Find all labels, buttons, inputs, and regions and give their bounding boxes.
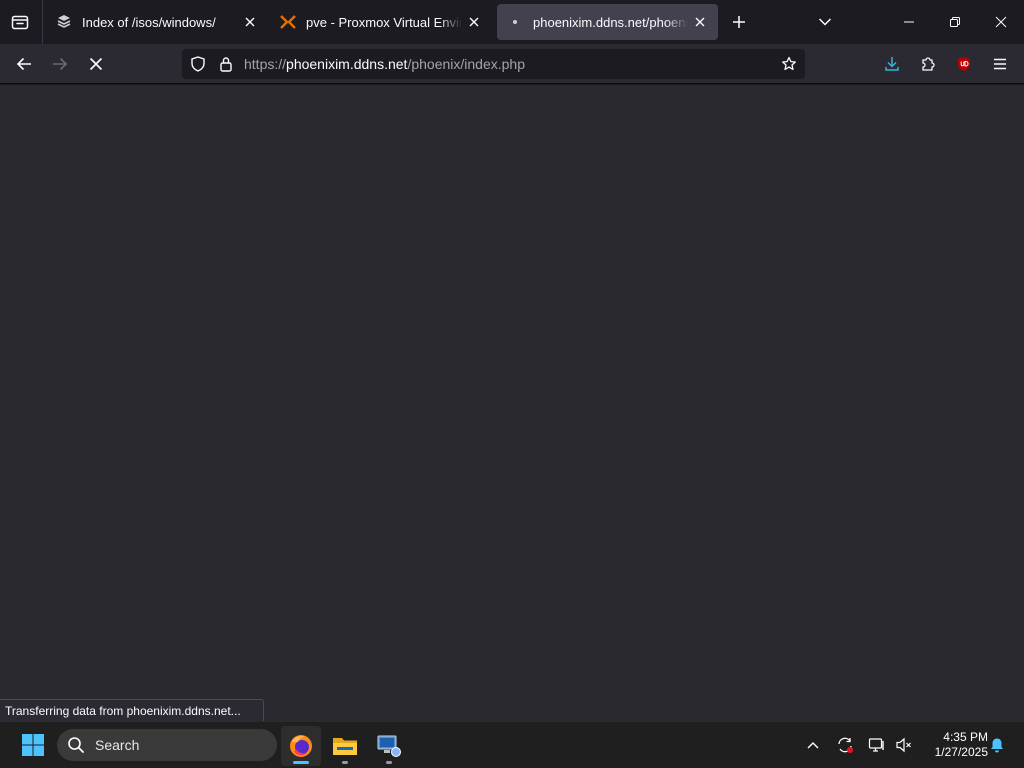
tab-groups-button[interactable] bbox=[8, 10, 32, 34]
notifications-button[interactable] bbox=[985, 733, 1009, 757]
close-icon bbox=[995, 16, 1007, 28]
tab-index-isos[interactable]: Index of /isos/windows/ bbox=[46, 4, 268, 40]
forward-button[interactable] bbox=[46, 50, 74, 78]
taskbar-app-file-explorer[interactable] bbox=[325, 726, 365, 766]
status-text: Transferring data from phoenixim.ddns.ne… bbox=[5, 704, 241, 718]
tab-title: phoenixim.ddns.net/phoenix/index.php bbox=[533, 14, 688, 30]
network-icon bbox=[868, 738, 884, 752]
windows-logo-icon bbox=[22, 734, 44, 756]
stop-loading-icon bbox=[89, 57, 103, 71]
taskbar-app-network[interactable] bbox=[369, 726, 409, 766]
file-explorer-icon bbox=[333, 738, 357, 755]
ublock-shield-icon bbox=[958, 57, 970, 71]
windows-taskbar: Search 4:35 PM 1/27/2025 bbox=[0, 721, 1024, 768]
tab-phoenix[interactable]: phoenixim.ddns.net/phoenix/index.php bbox=[497, 4, 718, 40]
forward-arrow-icon bbox=[53, 57, 68, 71]
taskbar-app-firefox[interactable] bbox=[281, 726, 321, 766]
list-all-tabs-button[interactable] bbox=[813, 10, 837, 34]
url-path: /phoenix/index.php bbox=[407, 56, 525, 72]
minimize-button[interactable] bbox=[886, 0, 932, 44]
stop-button[interactable] bbox=[82, 50, 110, 78]
browser-window: Index of /isos/windows/ pve - Proxmox Vi… bbox=[0, 0, 1024, 768]
hamburger-menu-icon bbox=[994, 58, 1006, 70]
tab-title: pve - Proxmox Virtual Environment bbox=[306, 14, 462, 30]
tab-strip-divider bbox=[42, 0, 43, 44]
navigation-toolbar: https://phoenixim.ddns.net/phoenix/index… bbox=[0, 44, 1024, 84]
sync-icon bbox=[838, 737, 853, 753]
downloads-button[interactable] bbox=[878, 50, 906, 78]
search-icon bbox=[68, 737, 84, 753]
ublock-origin-button[interactable] bbox=[950, 50, 978, 78]
status-panel: Transferring data from phoenixim.ddns.ne… bbox=[0, 699, 264, 721]
tab-strip: Index of /isos/windows/ pve - Proxmox Vi… bbox=[0, 0, 1024, 44]
server-stack-icon bbox=[56, 14, 72, 30]
address-bar[interactable]: https://phoenixim.ddns.net/phoenix/index… bbox=[182, 49, 805, 79]
volume-tray-button[interactable] bbox=[892, 733, 916, 757]
network-app-icon bbox=[377, 735, 401, 757]
sync-tray-button[interactable] bbox=[833, 733, 857, 757]
app-menu-button[interactable] bbox=[986, 50, 1014, 78]
plus-icon bbox=[733, 16, 745, 28]
lock-icon[interactable] bbox=[216, 54, 236, 74]
url-scheme: https:// bbox=[244, 56, 287, 72]
clock-time: 4:35 PM bbox=[943, 730, 988, 744]
chevron-down-icon bbox=[818, 18, 832, 26]
taskbar-search-box[interactable]: Search bbox=[57, 729, 277, 761]
close-window-button[interactable] bbox=[978, 0, 1024, 44]
tracking-protection-shield-icon[interactable] bbox=[188, 54, 208, 74]
tab-proxmox[interactable]: pve - Proxmox Virtual Environment bbox=[270, 4, 492, 40]
star-icon bbox=[782, 56, 796, 71]
close-tab-icon[interactable] bbox=[462, 10, 486, 34]
back-arrow-icon bbox=[16, 57, 31, 71]
new-tab-button[interactable] bbox=[727, 10, 751, 34]
puzzle-piece-icon bbox=[922, 57, 935, 71]
page-content bbox=[0, 85, 1024, 721]
close-tab-icon[interactable] bbox=[238, 10, 262, 34]
clock-date: 1/27/2025 bbox=[934, 745, 988, 759]
search-label: Search bbox=[95, 737, 140, 753]
back-button[interactable] bbox=[10, 50, 38, 78]
download-icon bbox=[885, 57, 899, 71]
firefox-icon bbox=[290, 735, 312, 757]
network-tray-button[interactable] bbox=[865, 733, 889, 757]
running-indicator bbox=[386, 761, 392, 764]
restore-button[interactable] bbox=[932, 0, 978, 44]
start-button[interactable] bbox=[16, 728, 50, 762]
taskbar-clock[interactable]: 4:35 PM 1/27/2025 bbox=[918, 730, 988, 760]
url-text[interactable]: https://phoenixim.ddns.net/phoenix/index… bbox=[244, 56, 525, 72]
show-hidden-icons-button[interactable] bbox=[802, 734, 824, 756]
close-tab-icon[interactable] bbox=[688, 10, 712, 34]
chevron-up-icon bbox=[807, 742, 819, 749]
bookmark-star-button[interactable] bbox=[778, 54, 800, 74]
bell-icon bbox=[991, 738, 1003, 753]
firefox-view-icon bbox=[11, 15, 29, 30]
loading-dot-icon bbox=[507, 14, 523, 30]
volume-muted-icon bbox=[896, 737, 911, 753]
tab-title: Index of /isos/windows/ bbox=[82, 14, 216, 30]
minimize-icon bbox=[904, 21, 914, 23]
extensions-button[interactable] bbox=[914, 50, 942, 78]
proxmox-x-icon bbox=[280, 14, 296, 30]
active-indicator bbox=[293, 761, 309, 764]
url-host: phoenixim.ddns.net bbox=[286, 56, 408, 72]
running-indicator bbox=[342, 761, 348, 764]
restore-icon bbox=[950, 17, 960, 27]
